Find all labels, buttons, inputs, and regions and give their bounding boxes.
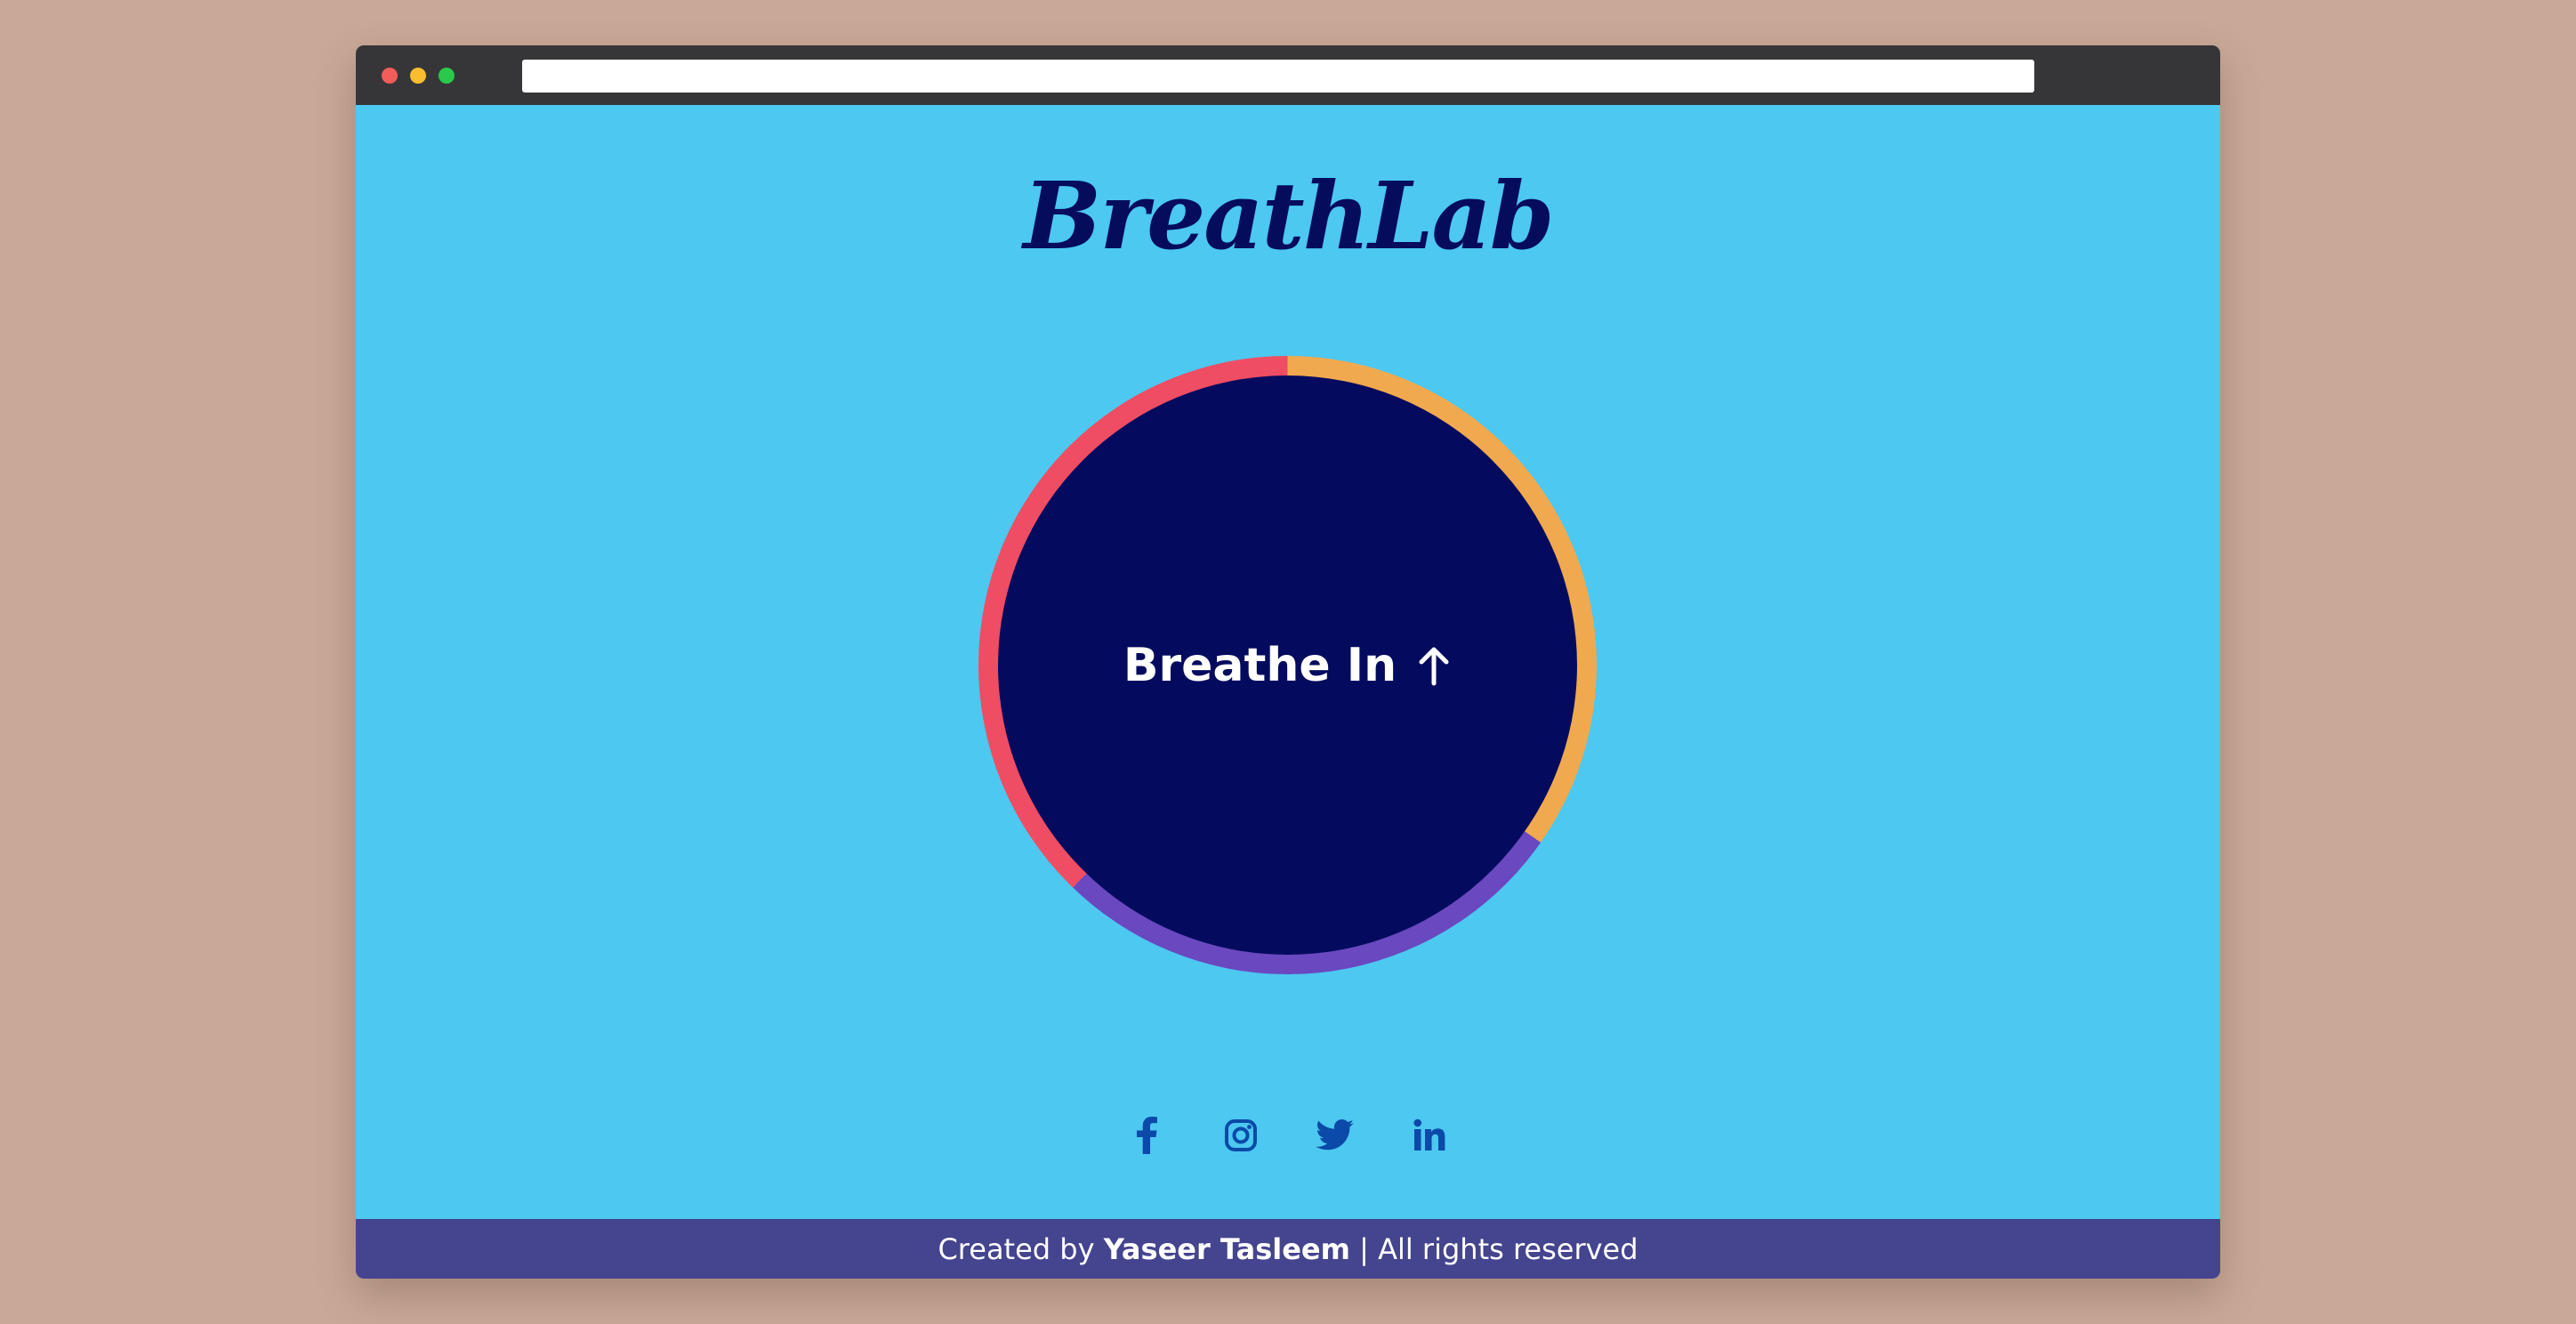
instagram-icon[interactable] xyxy=(1221,1116,1260,1155)
minimize-window-button[interactable] xyxy=(410,68,426,84)
facebook-icon[interactable] xyxy=(1127,1116,1166,1155)
breathing-instruction-label: Breathe In xyxy=(1123,638,1397,692)
breathing-instruction: Breathe In xyxy=(1123,639,1452,692)
footer-prefix: Created by xyxy=(938,1231,1095,1266)
breathing-progress-ring: Breathe In xyxy=(978,356,1597,974)
maximize-window-button[interactable] xyxy=(439,68,455,84)
arrow-up-icon xyxy=(1419,647,1449,685)
linkedin-icon[interactable] xyxy=(1410,1116,1449,1155)
footer-author: Yaseer Tasleem xyxy=(1103,1231,1350,1266)
page-content: BreathLab Breathe In xyxy=(356,105,2220,1219)
breathing-circle: Breathe In xyxy=(998,375,1577,955)
browser-window: BreathLab Breathe In Created by Yaseer T… xyxy=(356,45,2220,1279)
social-links xyxy=(356,1116,2220,1155)
address-bar[interactable] xyxy=(522,60,2034,93)
app-title: BreathLab xyxy=(1023,161,1554,270)
browser-toolbar xyxy=(356,45,2220,105)
close-window-button[interactable] xyxy=(382,68,398,84)
footer-suffix: | All rights reserved xyxy=(1359,1231,1638,1266)
twitter-icon[interactable] xyxy=(1316,1116,1355,1155)
footer: Created by Yaseer Tasleem | All rights r… xyxy=(356,1219,2220,1279)
